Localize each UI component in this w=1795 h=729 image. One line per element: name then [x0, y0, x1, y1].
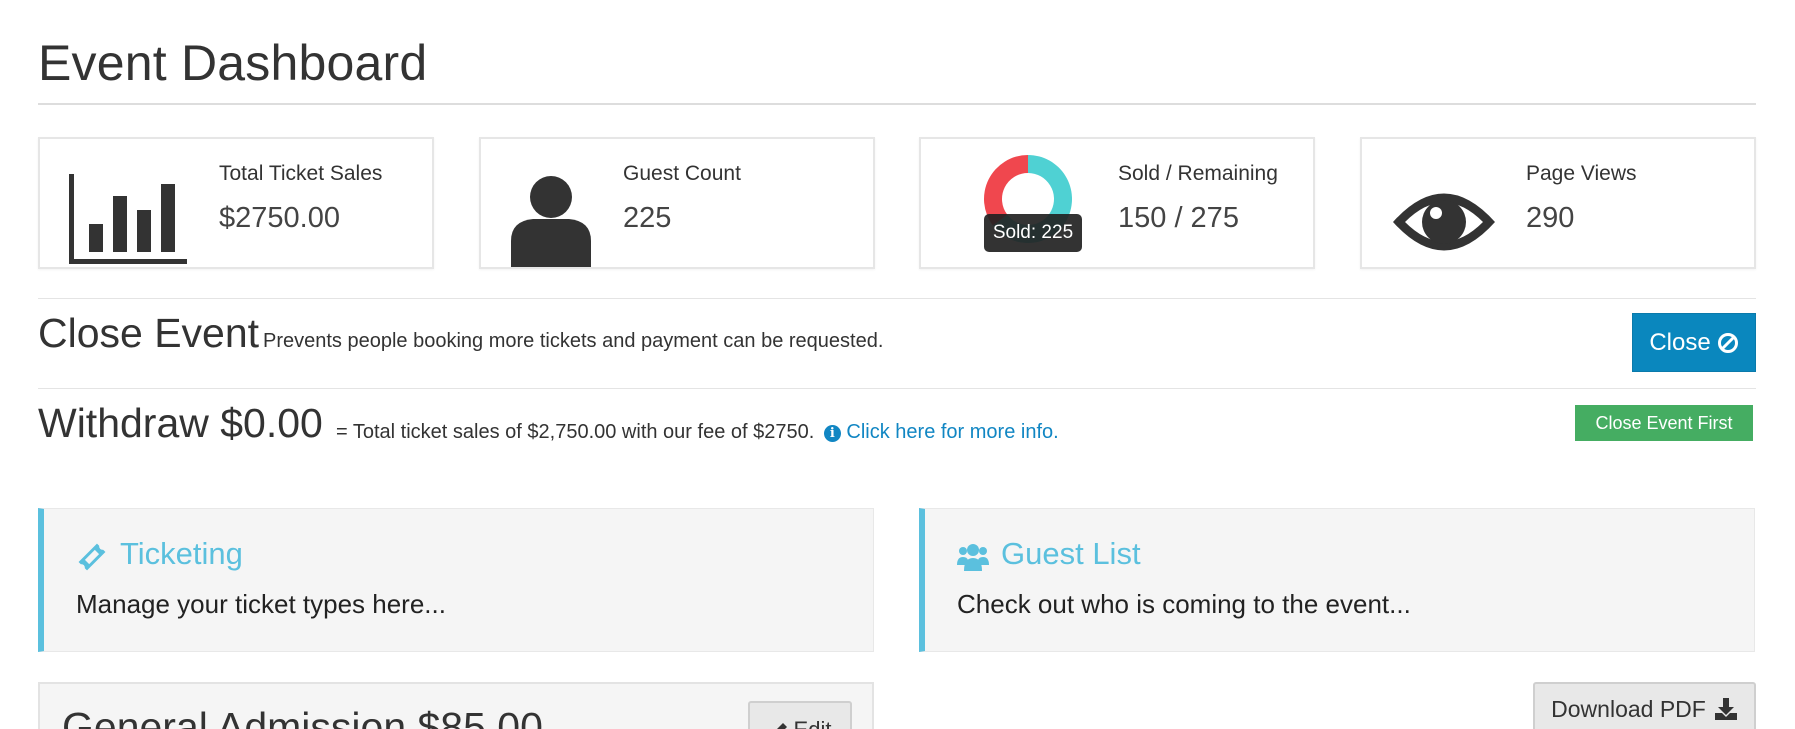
ticketing-title: Ticketing	[120, 536, 243, 571]
close-button-label: Close	[1649, 328, 1711, 356]
close-event-description: Prevents people booking more tickets and…	[263, 330, 884, 352]
download-pdf-label: Download PDF	[1551, 695, 1706, 722]
more-info-link[interactable]: Click here for more info.	[846, 421, 1058, 443]
close-event-title: Close Event	[38, 310, 260, 356]
download-pdf-button[interactable]: Download PDF	[1533, 682, 1756, 729]
users-icon	[957, 544, 989, 571]
stat-card-sold-remaining: Sold: 225 Sold / Remaining 150 / 275	[919, 137, 1315, 269]
guest-count-label: Guest Count	[623, 162, 741, 185]
sold-remaining-label: Sold / Remaining	[1118, 162, 1278, 185]
total-sales-value: $2750.00	[219, 202, 340, 234]
user-icon	[511, 176, 591, 267]
guest-list-panel[interactable]: Guest List Check out who is coming to th…	[919, 508, 1755, 652]
total-sales-label: Total Ticket Sales	[219, 162, 383, 185]
info-icon: i	[823, 425, 841, 442]
withdraw-description: = Total ticket sales of $2,750.00 with o…	[336, 421, 1059, 444]
page-views-value: 290	[1526, 202, 1575, 234]
stat-card-guest-count: Guest Count 225	[479, 137, 875, 269]
divider	[38, 388, 1756, 389]
close-event-first-button[interactable]: Close Event First	[1575, 405, 1753, 441]
close-event-button[interactable]: Close	[1632, 313, 1756, 372]
withdraw-description-text: = Total ticket sales of $2,750.00 with o…	[336, 421, 815, 443]
guest-count-value: 225	[623, 202, 672, 234]
withdraw-title: Withdraw $0.00	[38, 400, 323, 446]
guest-list-title: Guest List	[1001, 536, 1141, 571]
page-title: Event Dashboard	[38, 35, 428, 91]
bar-chart-icon	[69, 174, 187, 264]
ticket-type-card: General Admission $85.00 Edit	[38, 682, 874, 729]
pencil-icon	[776, 723, 787, 729]
sold-remaining-value: 150 / 275	[1118, 202, 1239, 234]
download-icon	[1714, 698, 1737, 720]
ticket-type-title: General Admission $85.00	[62, 704, 543, 729]
edit-button-label: Edit	[794, 717, 832, 729]
divider	[38, 298, 1756, 299]
ticketing-panel[interactable]: Ticketing Manage your ticket types here.…	[38, 508, 874, 652]
ticket-icon	[78, 543, 106, 571]
ban-icon	[1717, 332, 1738, 353]
eye-icon	[1393, 193, 1495, 251]
stat-card-page-views: Page Views 290	[1360, 137, 1756, 269]
ticketing-description: Manage your ticket types here...	[76, 589, 446, 619]
edit-button[interactable]: Edit	[748, 701, 852, 729]
title-divider	[38, 103, 1756, 105]
page-views-label: Page Views	[1526, 162, 1637, 185]
guest-list-description: Check out who is coming to the event...	[957, 589, 1411, 619]
stat-card-total-sales: Total Ticket Sales $2750.00	[38, 137, 434, 269]
chart-tooltip: Sold: 225	[984, 214, 1082, 252]
